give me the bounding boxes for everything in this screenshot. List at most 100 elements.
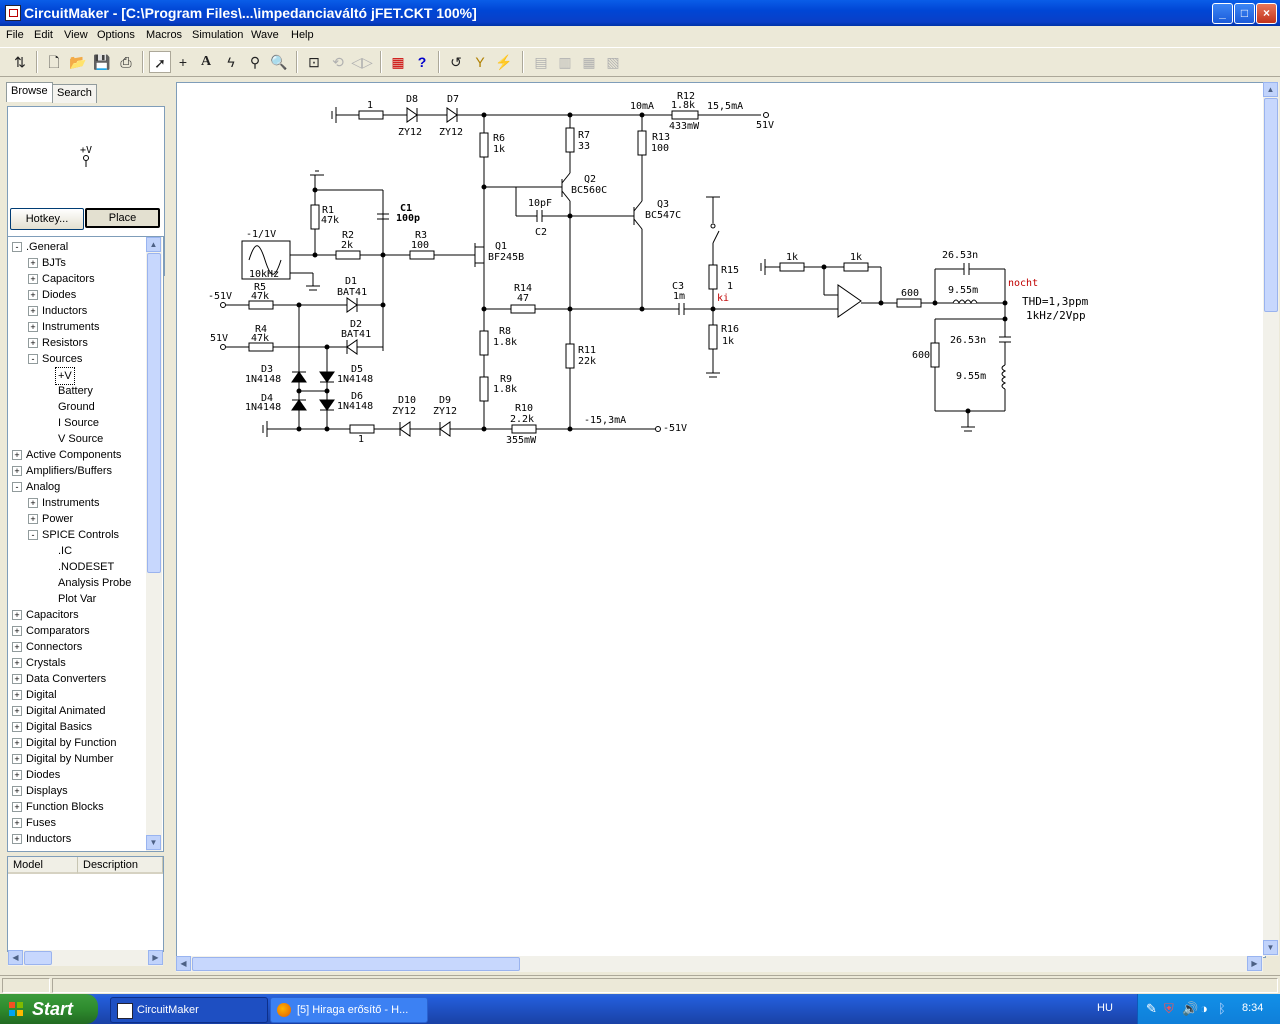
column-description[interactable]: Description xyxy=(78,857,163,874)
expand-icon[interactable]: + xyxy=(28,258,38,268)
tree-item[interactable]: + Comparators xyxy=(8,623,144,639)
expand-icon[interactable]: + xyxy=(12,818,22,828)
tray-volume-icon[interactable]: 🔊 xyxy=(1182,1001,1198,1017)
tree-item[interactable]: + BJTs xyxy=(8,255,144,271)
language-indicator[interactable]: HU xyxy=(1097,1002,1113,1014)
zap-tool-icon[interactable]: ϟ xyxy=(220,51,242,73)
expand-icon[interactable]: + xyxy=(12,754,22,764)
open-folder-icon[interactable]: 📂 xyxy=(67,51,89,73)
hotkey-button[interactable]: Hotkey... xyxy=(10,208,84,230)
tab-browse[interactable]: Browse xyxy=(6,82,53,102)
magnify-tool-icon[interactable]: 🔍 xyxy=(268,51,290,73)
tab-search[interactable]: Search xyxy=(52,84,97,103)
menu-view[interactable]: View xyxy=(64,29,88,41)
tray-update-icon[interactable]: ◑ xyxy=(1200,1001,1208,1016)
digital-4-icon[interactable]: ▧ xyxy=(602,51,624,73)
expand-icon[interactable]: + xyxy=(12,786,22,796)
scroll-down-arrow-icon[interactable]: ▼ xyxy=(146,835,161,850)
tree-item[interactable]: + Capacitors xyxy=(8,271,144,287)
expand-icon[interactable]: + xyxy=(28,274,38,284)
tree-item[interactable]: + Digital xyxy=(8,687,144,703)
expand-icon[interactable]: + xyxy=(12,674,22,684)
tree-item[interactable]: + Crystals xyxy=(8,655,144,671)
place-button[interactable]: Place xyxy=(85,208,160,228)
expand-icon[interactable]: + xyxy=(28,306,38,316)
expand-icon[interactable]: + xyxy=(12,450,22,460)
tree-item[interactable]: + Displays xyxy=(8,783,144,799)
tree-item[interactable]: + Fuses xyxy=(8,815,144,831)
tray-security-icon[interactable]: ⛨ xyxy=(1164,1001,1174,1017)
collapse-icon[interactable]: - xyxy=(12,242,22,252)
tree-item[interactable]: V Source xyxy=(8,431,144,447)
tree-item[interactable]: I Source xyxy=(8,415,144,431)
probe-tool-icon[interactable]: ⚲ xyxy=(244,51,266,73)
tree-item[interactable]: .IC xyxy=(8,543,144,559)
expand-icon[interactable]: + xyxy=(12,770,22,780)
tree-vertical-scrollbar[interactable]: ▲ ▼ xyxy=(146,237,162,851)
menu-file[interactable]: File xyxy=(6,29,24,41)
canvas-horizontal-scrollbar[interactable]: ◀ ▶ xyxy=(176,956,1263,972)
tree-item[interactable]: + Digital by Function xyxy=(8,735,144,751)
expand-icon[interactable]: + xyxy=(28,514,38,524)
tray-bluetooth-icon[interactable]: ᛒ xyxy=(1218,1001,1226,1016)
expand-icon[interactable]: + xyxy=(12,642,22,652)
zoom-fit-icon[interactable]: ⊡ xyxy=(303,51,325,73)
expand-icon[interactable]: + xyxy=(12,610,22,620)
canvas-vscroll-thumb[interactable] xyxy=(1264,98,1278,312)
undo-icon[interactable]: ↺ xyxy=(445,51,467,73)
digital-3-icon[interactable]: ▦ xyxy=(578,51,600,73)
canvas-vertical-scrollbar[interactable]: ▲ ▼ xyxy=(1263,82,1279,956)
canvas-scroll-right-icon[interactable]: ▶ xyxy=(1247,956,1262,971)
tree-item[interactable]: + Amplifiers/Buffers xyxy=(8,463,144,479)
collapse-icon[interactable]: - xyxy=(12,482,22,492)
menu-help[interactable]: Help xyxy=(291,29,314,41)
expand-icon[interactable]: + xyxy=(12,706,22,716)
menu-edit[interactable]: Edit xyxy=(34,29,53,41)
expand-icon[interactable]: + xyxy=(12,658,22,668)
print-icon[interactable]: ⎙ xyxy=(115,51,137,73)
tree-item[interactable]: + Power xyxy=(8,511,144,527)
save-icon[interactable]: 💾 xyxy=(91,51,113,73)
new-file-icon[interactable]: 🗋 xyxy=(43,51,65,73)
tree-item[interactable]: + Digital Animated xyxy=(8,703,144,719)
list-scroll-thumb[interactable] xyxy=(24,951,52,965)
collapse-icon[interactable]: - xyxy=(28,530,38,540)
probe-y-icon[interactable]: Y xyxy=(469,51,491,73)
switch-icon[interactable]: ⇅ xyxy=(9,51,31,73)
schematic-canvas[interactable]: 1 D8 ZY12 D7 ZY12 10mA R12 1.8k 433mW 15… xyxy=(176,82,1266,958)
start-button[interactable]: Start xyxy=(0,994,98,1024)
expand-icon[interactable]: + xyxy=(12,466,22,476)
schematic-drawing[interactable]: 1 D8 ZY12 D7 ZY12 10mA R12 1.8k 433mW 15… xyxy=(177,83,1265,957)
tree-item[interactable]: Plot Var xyxy=(8,591,144,607)
tree-item[interactable]: + Function Blocks xyxy=(8,799,144,815)
list-horizontal-scrollbar[interactable]: ◀ ▶ xyxy=(8,950,163,966)
canvas-scroll-up-icon[interactable]: ▲ xyxy=(1263,82,1278,97)
menu-macros[interactable]: Macros xyxy=(146,29,182,41)
rotate-icon[interactable]: ⟲ xyxy=(327,51,349,73)
menu-options[interactable]: Options xyxy=(97,29,135,41)
expand-icon[interactable]: + xyxy=(28,338,38,348)
canvas-scroll-left-icon[interactable]: ◀ xyxy=(176,956,191,971)
task-circuitmaker[interactable]: CircuitMaker xyxy=(110,997,268,1023)
canvas-scroll-down-icon[interactable]: ▼ xyxy=(1263,940,1278,955)
expand-icon[interactable]: + xyxy=(28,290,38,300)
tree-item[interactable]: + Inductors xyxy=(8,303,144,319)
scroll-up-arrow-icon[interactable]: ▲ xyxy=(146,237,161,252)
maximize-button[interactable]: □ xyxy=(1234,3,1255,24)
tree-item[interactable]: + Data Converters xyxy=(8,671,144,687)
tree-item[interactable]: + Digital Basics xyxy=(8,719,144,735)
tray-clock[interactable]: 8:34 xyxy=(1242,1002,1263,1014)
tree-item[interactable]: Ground xyxy=(8,399,144,415)
task-firefox[interactable]: [5] Hiraga erősítő - H... xyxy=(270,997,428,1023)
menu-simulation[interactable]: Simulation xyxy=(192,29,243,41)
tray-network-icon[interactable]: ✎ xyxy=(1146,1001,1157,1017)
collapse-icon[interactable]: - xyxy=(28,354,38,364)
tree-item[interactable]: + Connectors xyxy=(8,639,144,655)
expand-icon[interactable]: + xyxy=(28,322,38,332)
expand-icon[interactable]: + xyxy=(12,738,22,748)
expand-icon[interactable]: + xyxy=(12,626,22,636)
tree-item[interactable]: + Inductors xyxy=(8,831,144,847)
app-icon[interactable] xyxy=(5,5,21,21)
digital-trace-icon[interactable]: ▦ xyxy=(387,51,409,73)
wire-tool-icon[interactable]: + xyxy=(172,51,194,73)
